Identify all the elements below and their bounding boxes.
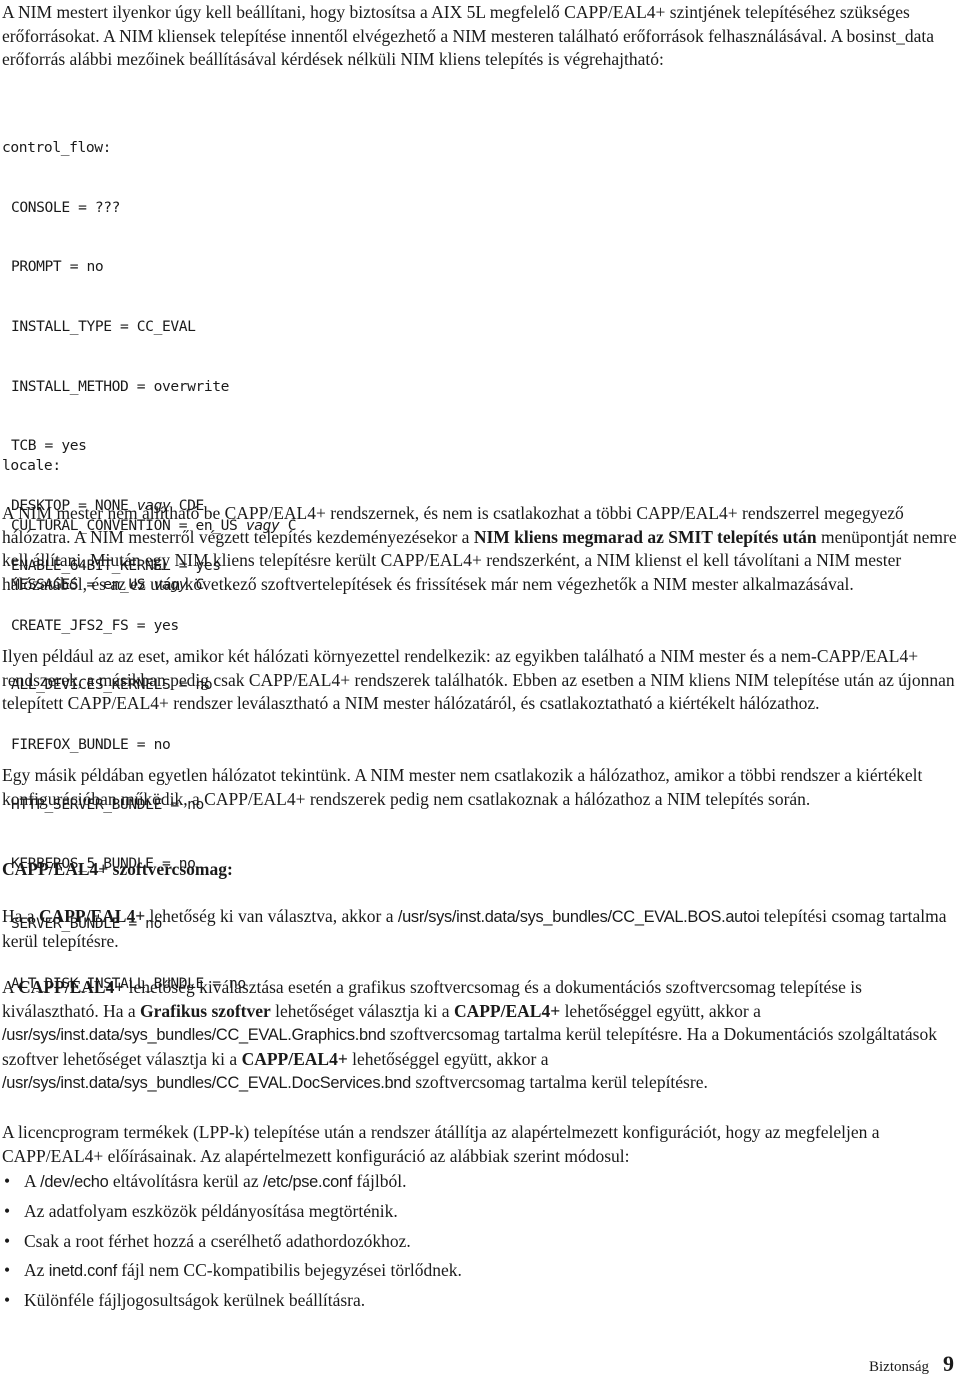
code-header-control-flow: control_flow: [2,138,112,156]
intro-paragraph: A NIM mestert ilyenkor úgy kell beállíta… [2,2,935,70]
file-path: inetd.conf [48,1262,117,1281]
list-item: • Az adatfolyam eszközök példányosítása m… [2,1200,958,1230]
bos-paragraph: Ha a CAPP/EAL4+ lehetőség ki van választ… [2,905,958,953]
bullet-icon: • [4,1171,11,1191]
text-run: fájl nem CC-kompatibilis bejegyzései tör… [116,1260,462,1281]
lpp-paragraph: A licencprogram termékek (LPP-k) telepít… [2,1122,880,1166]
file-path: /usr/sys/inst.data/sys_bundles/CC_EVAL.B… [397,908,760,926]
file-path: /dev/echo [40,1173,109,1191]
bullet-icon: • [4,1260,11,1281]
bold-option: CAPP/EAL4+ [241,1048,348,1069]
text-run: fájlból. [352,1171,407,1191]
text-run: lehetőséggel együtt, akkor a [347,1048,549,1069]
text-run: A [24,1171,41,1191]
list-item: • Az inetd.conf fájl nem CC-kompatibilis … [2,1259,958,1289]
bold-option: CAPP/EAL4+ [38,906,146,926]
page-number: 9 [943,1351,954,1376]
code-line-firefox-bundle: FIREFOX_BUNDLE = no [11,736,171,753]
bold-option: CAPP/EAL4+ [18,977,125,997]
code-line-prompt: PROMPT = no [11,258,104,276]
text-run: lehetőség ki van választva, akkor a [145,906,398,926]
bold-menu-name: NIM kliens megmarad az SMIT telepítés ut… [473,526,817,547]
graphics-paragraph: A CAPP/EAL4+ lehetőség kiválasztása eset… [2,976,958,1096]
example2-paragraph: Egy másik példában egyetlen hálózatot te… [2,765,923,809]
file-path: /usr/sys/inst.data/sys_bundles/CC_EVAL.G… [2,1026,386,1045]
list-item: • A /dev/echo eltávolításra kerül az /etc… [2,1170,958,1200]
text-run: Az adatfolyam eszközök példányosítása me… [24,1200,398,1221]
text-run: Különféle fájljogosultságok kerülnek beá… [24,1290,366,1311]
code-line-install-method: INSTALL_METHOD = overwrite [11,377,230,395]
list-item: • Különféle fájljogosultságok kerülnek be… [2,1289,958,1319]
text-run: szoftvercsomag tartalma kerül telepítésr… [410,1072,708,1093]
text-run: lehetőséggel együtt, akkor a [560,1000,761,1021]
text-run: eltávolításra kerül az [108,1171,263,1191]
code-line-console: CONSOLE = ??? [11,198,121,216]
nim-master-paragraph: A NIM mester nem állítható be CAPP/EAL4+… [2,502,958,596]
text-run: lehetőséget választja ki a [270,1000,454,1021]
config-changes-list: • A /dev/echo eltávolításra kerül az /etc… [2,1170,958,1319]
example1-paragraph: Ilyen például az az eset, amikor két hál… [2,646,955,714]
bullet-icon: • [4,1230,11,1251]
bold-option: CAPP/EAL4+ [453,1000,561,1021]
text-run: Az [24,1260,49,1281]
text-run: Csak a root férhet hozzá a cserélhető ad… [24,1230,411,1251]
text-run: Ha a [2,906,39,926]
file-path: /etc/pse.conf [262,1173,353,1191]
page-footer: Biztonság 9 [869,1352,954,1380]
code-line-install-type: INSTALL_TYPE = CC_EVAL [11,317,196,335]
code-header-locale: locale: [2,456,61,474]
footer-section-title: Biztonság [869,1359,929,1375]
bullet-icon: • [4,1290,11,1311]
text-run: A [2,977,19,997]
file-path: /usr/sys/inst.data/sys_bundles/CC_EVAL.D… [2,1074,411,1093]
list-item: • Csak a root férhet hozzá a cserélhető a… [2,1230,958,1260]
section-heading: CAPP/EAL4+ szoftvercsomag: [2,859,233,879]
bold-option: Grafikus szoftver [140,1000,271,1021]
bullet-icon: • [4,1200,11,1221]
